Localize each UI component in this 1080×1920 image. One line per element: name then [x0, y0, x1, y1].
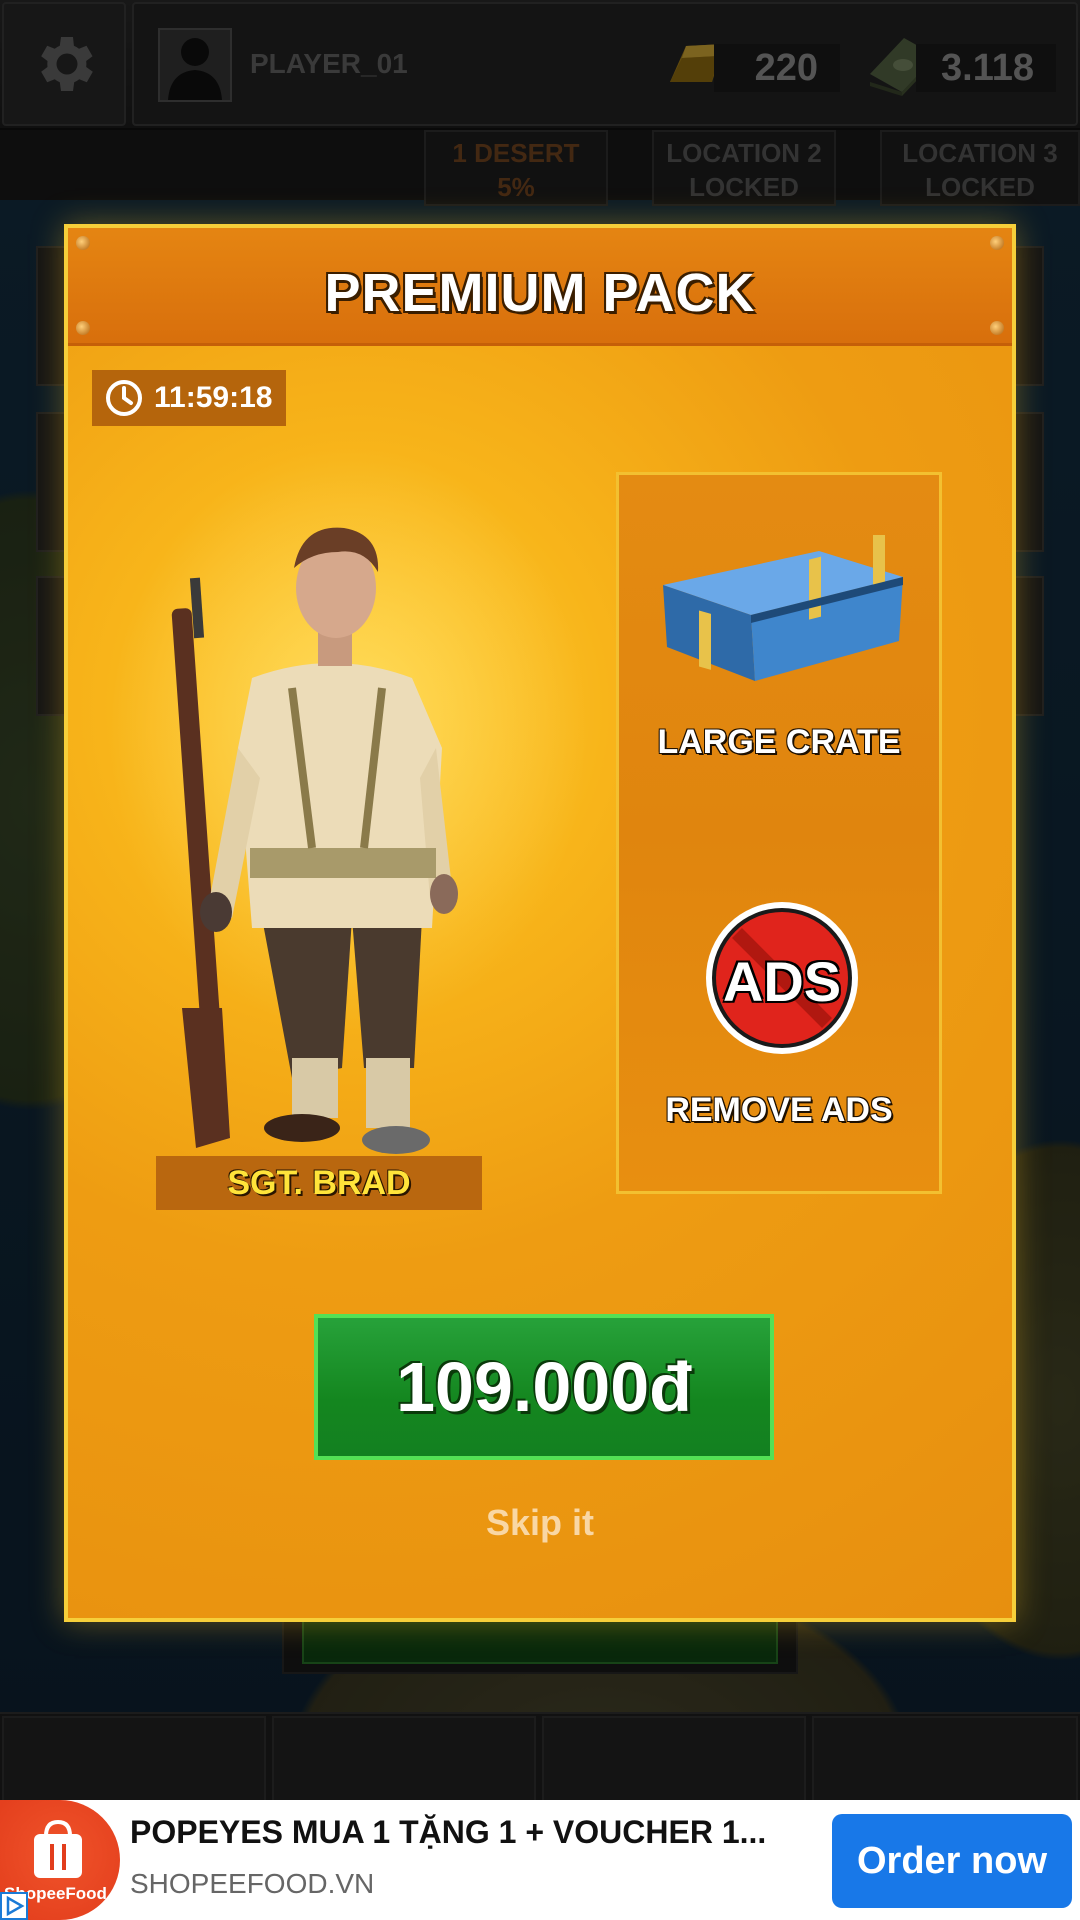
reward-label-crate: LARGE CRATE — [657, 723, 901, 761]
timer-text: 11:59:18 — [154, 381, 273, 414]
buy-button[interactable]: 109.000đ — [314, 1314, 774, 1460]
ad-title: POPEYES MUA 1 TẶNG 1 + VOUCHER 1... — [130, 1814, 767, 1850]
play-triangle-icon — [6, 1895, 25, 1917]
soldier-character-image — [171, 527, 458, 1154]
character-name: SGT. BRAD — [156, 1156, 482, 1210]
no-ads-icon: ADS — [701, 897, 863, 1059]
premium-pack-dialog: PREMIUM PACK 11:59:18 SGT. BRAD LARGE CR… — [64, 224, 1016, 1622]
crate-icon — [663, 535, 903, 681]
order-now-button[interactable]: Order now — [832, 1814, 1072, 1908]
ad-choices-icon[interactable] — [0, 1892, 28, 1920]
skip-button[interactable]: Skip it — [68, 1502, 1012, 1544]
ads-badge-text: ADS — [722, 950, 842, 1013]
dialog-title: PREMIUM PACK — [324, 263, 756, 323]
rewards-panel: LARGE CRATE ADS REMOVE ADS — [616, 472, 942, 1194]
ad-banner[interactable]: ShopeeFood POPEYES MUA 1 TẶNG 1 + VOUCHE… — [0, 1800, 1080, 1920]
shopping-bag-icon — [34, 1819, 82, 1878]
rivet — [76, 236, 90, 250]
rivet — [990, 236, 1004, 250]
clock-icon — [106, 380, 142, 416]
ad-url: SHOPEEFOOD.VN — [130, 1868, 375, 1899]
reward-label-remove-ads: REMOVE ADS — [665, 1091, 893, 1129]
dialog-header: PREMIUM PACK — [68, 228, 1012, 346]
